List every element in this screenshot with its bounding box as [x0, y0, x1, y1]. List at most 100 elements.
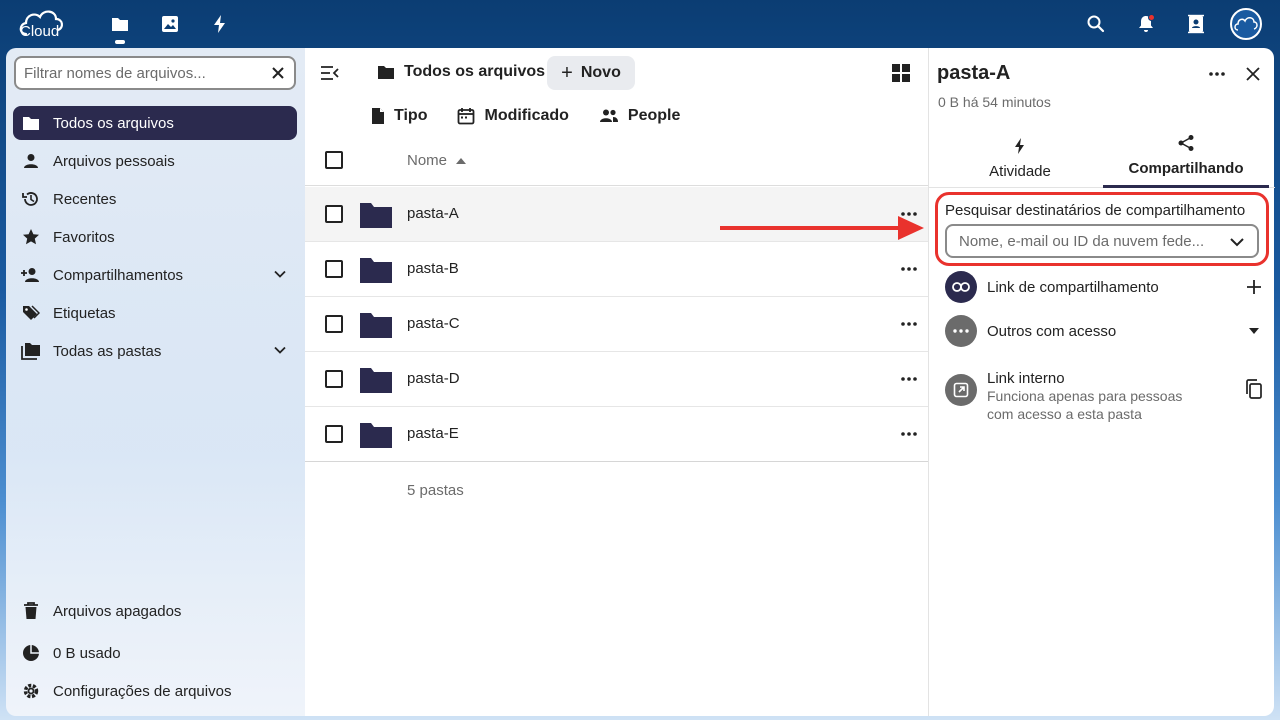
- table-row[interactable]: pasta-A: [305, 187, 928, 242]
- row-checkbox[interactable]: [325, 425, 343, 443]
- filter-type-button[interactable]: Tipo: [371, 104, 427, 128]
- folder-icon: [21, 113, 41, 133]
- folder-icon: [360, 258, 392, 283]
- internal-link-row[interactable]: Link interno Funciona apenas para pessoa…: [945, 370, 1265, 422]
- folder-icon: [360, 423, 392, 448]
- close-icon[interactable]: [270, 65, 286, 81]
- panel-title: pasta-A: [937, 62, 1011, 84]
- activity-app-button[interactable]: [204, 8, 236, 40]
- more-icon: [945, 315, 977, 347]
- table-row[interactable]: pasta-B: [305, 242, 928, 297]
- file-icon: [372, 108, 384, 124]
- sidebar-item-label: Arquivos pessoais: [53, 152, 175, 170]
- table-row[interactable]: pasta-C: [305, 297, 928, 352]
- file-name[interactable]: pasta-B: [407, 260, 459, 277]
- sidebar-item-all-files[interactable]: Todos os arquivos: [13, 106, 297, 140]
- sidebar-item-settings[interactable]: Configurações de arquivos: [13, 674, 297, 708]
- star-icon: [21, 227, 41, 247]
- folder-count: 5 pastas: [407, 482, 464, 499]
- activity-icon: [214, 15, 225, 33]
- new-button-label: Novo: [580, 64, 621, 81]
- more-actions-icon[interactable]: [899, 424, 919, 444]
- share-link-label: Link de compartilhamento: [987, 278, 1159, 296]
- plus-icon: +: [561, 62, 573, 84]
- collapse-sidebar-icon[interactable]: [319, 62, 341, 84]
- sidebar-item-label: Favoritos: [53, 228, 115, 246]
- tab-label: Compartilhando: [1128, 160, 1244, 177]
- column-name-header[interactable]: Nome: [407, 152, 467, 169]
- chevron-down-icon[interactable]: [273, 343, 287, 357]
- sidebar-item-trash[interactable]: Arquivos apagados: [13, 594, 297, 628]
- files-app-button[interactable]: [104, 8, 136, 44]
- row-checkbox[interactable]: [325, 260, 343, 278]
- select-all-checkbox[interactable]: [325, 151, 343, 169]
- file-name[interactable]: pasta-E: [407, 425, 459, 442]
- panel-subtitle: 0 B há 54 minutos: [938, 94, 1051, 110]
- sidebar-item-label: Arquivos apagados: [53, 602, 182, 620]
- filter-people-button[interactable]: People: [599, 104, 680, 128]
- filter-label: Tipo: [394, 107, 428, 124]
- tag-icon: [21, 303, 41, 323]
- details-panel: pasta-A 0 B há 54 minutos Atividade Comp…: [928, 48, 1275, 716]
- cloud-logo[interactable]: Cloud: [18, 6, 66, 40]
- share-link-row[interactable]: Link de compartilhamento: [945, 270, 1265, 304]
- avatar[interactable]: [1230, 8, 1262, 40]
- share-recipient-input[interactable]: Nome, e-mail ou ID da nuvem fede...: [945, 224, 1259, 258]
- add-share-link-button[interactable]: [1243, 276, 1265, 298]
- chevron-down-icon[interactable]: [273, 267, 287, 281]
- top-bar: Cloud: [0, 0, 1280, 48]
- more-actions-icon[interactable]: [899, 204, 919, 224]
- photos-app-button[interactable]: [154, 8, 186, 40]
- chevron-down-icon[interactable]: [1229, 234, 1245, 250]
- file-name[interactable]: pasta-C: [407, 315, 460, 332]
- filter-field[interactable]: [14, 56, 296, 90]
- gear-icon: [21, 681, 41, 701]
- filter-label: People: [627, 107, 681, 124]
- notifications-button[interactable]: [1130, 8, 1162, 40]
- sidebar-item-favorites[interactable]: Favoritos: [13, 220, 297, 254]
- more-actions-icon[interactable]: [899, 259, 919, 279]
- expand-others-button[interactable]: [1243, 320, 1265, 342]
- row-checkbox[interactable]: [325, 315, 343, 333]
- folder-icon: [360, 203, 392, 228]
- row-checkbox[interactable]: [325, 370, 343, 388]
- file-name[interactable]: pasta-A: [407, 205, 459, 222]
- others-access-row[interactable]: Outros com acesso: [945, 314, 1265, 348]
- filter-modified-button[interactable]: Modificado: [457, 104, 569, 128]
- copy-icon: [1246, 379, 1262, 399]
- sidebar-item-all-folders[interactable]: Todas as pastas: [13, 334, 297, 368]
- more-actions-icon[interactable]: [1205, 62, 1229, 86]
- panel-tabs: Atividade Compartilhando: [929, 132, 1275, 188]
- close-icon[interactable]: [1241, 62, 1265, 86]
- more-actions-icon[interactable]: [899, 369, 919, 389]
- table-header: Nome: [305, 138, 928, 186]
- search-button[interactable]: [1080, 8, 1112, 40]
- caret-down-icon: [1249, 328, 1259, 334]
- tab-activity[interactable]: Atividade: [937, 132, 1103, 188]
- new-button[interactable]: + Novo: [547, 56, 635, 90]
- people-icon: [599, 109, 618, 122]
- sidebar-item-label: Todas as pastas: [53, 342, 162, 360]
- sidebar-item-tags[interactable]: Etiquetas: [13, 296, 297, 330]
- sidebar-item-personal[interactable]: Arquivos pessoais: [13, 144, 297, 178]
- calendar-icon: [458, 108, 475, 125]
- sidebar-item-shares[interactable]: Compartilhamentos: [13, 258, 297, 292]
- internal-link-label: Link interno: [987, 370, 1065, 387]
- sidebar-item-label: Todos os arquivos: [53, 114, 174, 132]
- sidebar-item-label: Recentes: [53, 190, 117, 208]
- contacts-button[interactable]: [1180, 8, 1212, 40]
- breadcrumb[interactable]: Todos os arquivos: [377, 63, 545, 81]
- file-name[interactable]: pasta-D: [407, 370, 460, 387]
- share-icon: [1178, 135, 1194, 151]
- sidebar-item-recent[interactable]: Recentes: [13, 182, 297, 216]
- row-checkbox[interactable]: [325, 205, 343, 223]
- grid-view-icon[interactable]: [891, 63, 911, 83]
- copy-internal-link-button[interactable]: [1243, 378, 1265, 400]
- table-row[interactable]: pasta-D: [305, 352, 928, 407]
- tab-sharing[interactable]: Compartilhando: [1103, 132, 1269, 188]
- others-access-label: Outros com acesso: [987, 322, 1117, 340]
- table-row[interactable]: pasta-E: [305, 407, 928, 462]
- more-actions-icon[interactable]: [899, 314, 919, 334]
- storage-usage[interactable]: 0 B usado: [13, 636, 297, 670]
- filter-input[interactable]: [24, 64, 264, 82]
